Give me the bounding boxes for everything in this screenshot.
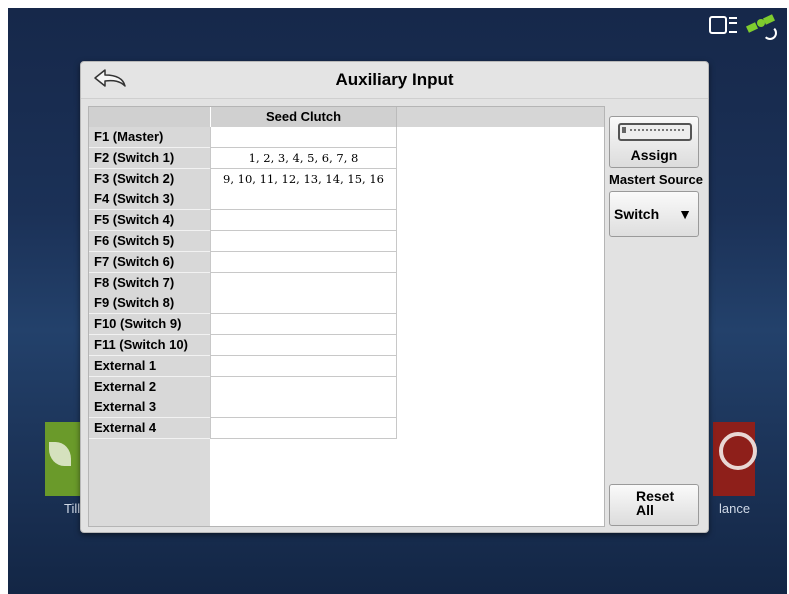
seed-clutch-cell[interactable]: 1, 2, 3, 4, 5, 6, 7, 8	[210, 147, 397, 169]
row-label: F1 (Master)	[89, 127, 210, 148]
guidance-tile	[713, 422, 757, 496]
seed-clutch-cell[interactable]	[210, 127, 397, 148]
table-row[interactable]: External 4	[89, 418, 397, 440]
seed-clutch-cell[interactable]	[210, 251, 397, 273]
seed-clutch-cell[interactable]	[210, 397, 397, 419]
seed-clutch-cell[interactable]	[210, 376, 397, 398]
seed-clutch-cell[interactable]	[210, 189, 397, 211]
row-label: F7 (Switch 6)	[89, 251, 210, 273]
row-label: F11 (Switch 10)	[89, 334, 210, 356]
row-label: F5 (Switch 4)	[89, 210, 210, 232]
row-label: F3 (Switch 2)	[89, 168, 210, 190]
table-header-corner	[89, 107, 211, 127]
assignment-table: Seed Clutch F1 (Master) F2 (Switch 1) 1, 2…	[88, 106, 605, 527]
satellite-icon[interactable]	[745, 12, 779, 40]
assign-button[interactable]: Assign	[609, 116, 699, 168]
dialog-title: Auxiliary Input	[335, 70, 454, 89]
connector-icon	[618, 123, 692, 141]
table-row[interactable]: F7 (Switch 6)	[89, 251, 397, 273]
table-row[interactable]: F1 (Master)	[89, 127, 397, 148]
reset-all-button[interactable]: Reset All	[609, 484, 699, 526]
seed-clutch-cell[interactable]	[210, 210, 397, 232]
row-label: F2 (Switch 1)	[89, 147, 210, 169]
table-row[interactable]: F4 (Switch 3)	[89, 189, 397, 211]
display-icon[interactable]	[709, 14, 737, 36]
seed-clutch-cell[interactable]	[210, 334, 397, 356]
row-label: F6 (Switch 5)	[89, 230, 210, 252]
seed-clutch-cell[interactable]	[210, 230, 397, 252]
seed-clutch-cell[interactable]	[210, 355, 397, 377]
tillage-tile	[45, 422, 81, 496]
row-label: F4 (Switch 3)	[89, 189, 210, 211]
row-label: F8 (Switch 7)	[89, 272, 210, 294]
table-row[interactable]: F11 (Switch 10)	[89, 334, 397, 356]
status-bar	[709, 12, 779, 40]
seed-clutch-cell[interactable]	[210, 293, 397, 315]
table-row[interactable]: External 1	[89, 355, 397, 377]
auxiliary-input-dialog: Auxiliary Input Seed Clutch F1 (Master) F…	[80, 61, 709, 533]
table-row[interactable]: F3 (Switch 2) 9, 10, 11, 12, 13, 14, 15, …	[89, 168, 397, 190]
seed-clutch-cell[interactable]	[210, 272, 397, 294]
row-label: External 3	[89, 397, 210, 419]
table-row[interactable]: F9 (Switch 8)	[89, 293, 397, 315]
guidance-label: lance	[719, 501, 751, 516]
reset-all-label: Reset All	[636, 488, 675, 518]
table-row[interactable]: F2 (Switch 1) 1, 2, 3, 4, 5, 6, 7, 8	[89, 147, 397, 169]
table-header: Seed Clutch	[89, 107, 604, 127]
row-label: F9 (Switch 8)	[89, 293, 210, 315]
master-source-select[interactable]: Switch ▼	[609, 191, 699, 237]
seed-clutch-cell[interactable]	[210, 418, 397, 440]
table-row[interactable]: F8 (Switch 7)	[89, 272, 397, 294]
dropdown-arrow-icon: ▼	[678, 206, 692, 222]
master-source-value: Switch	[614, 206, 660, 222]
table-row[interactable]: External 2	[89, 376, 397, 398]
seed-clutch-column-header[interactable]: Seed Clutch	[211, 107, 397, 127]
table-row[interactable]: F6 (Switch 5)	[89, 230, 397, 252]
row-label: External 1	[89, 355, 210, 377]
table-row[interactable]: External 3	[89, 397, 397, 419]
assign-label: Assign	[630, 147, 678, 163]
row-label: External 4	[89, 418, 210, 440]
side-panel: Assign Mastert Source Switch ▼ Reset All	[609, 106, 703, 526]
table-row[interactable]: F5 (Switch 4)	[89, 210, 397, 232]
row-label: External 2	[89, 376, 210, 398]
master-source-label: Mastert Source	[609, 172, 703, 187]
row-label: F10 (Switch 9)	[89, 314, 210, 336]
table-rows: F1 (Master) F2 (Switch 1) 1, 2, 3, 4, 5, 6…	[89, 127, 397, 440]
dialog-titlebar: Auxiliary Input	[81, 62, 708, 99]
table-row[interactable]: F10 (Switch 9)	[89, 314, 397, 336]
steering-wheel-icon	[719, 432, 757, 470]
seed-clutch-cell[interactable]	[210, 314, 397, 336]
leaf-icon	[49, 442, 71, 466]
seed-clutch-cell[interactable]: 9, 10, 11, 12, 13, 14, 15, 16	[210, 168, 397, 190]
